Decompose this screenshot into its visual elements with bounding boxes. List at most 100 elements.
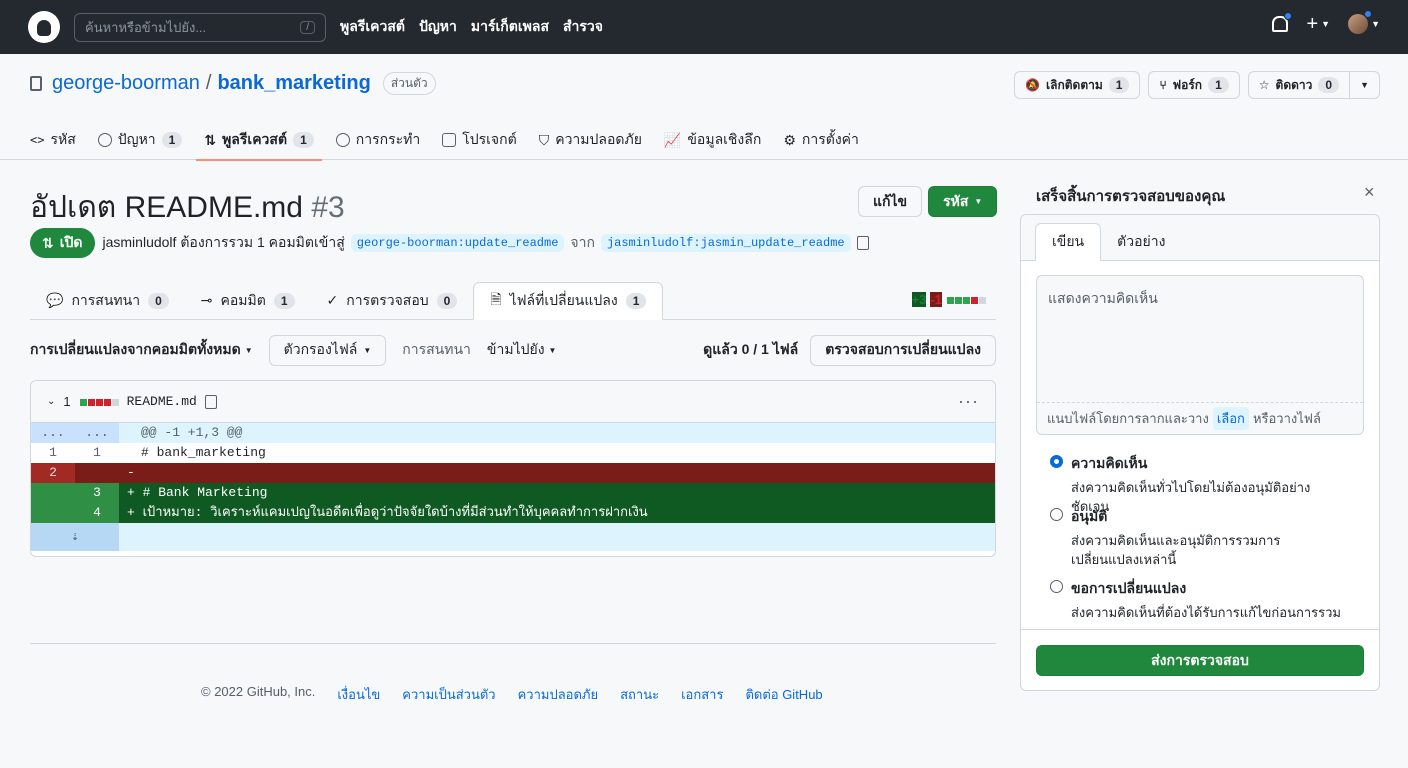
search-placeholder: ค้นหาหรือข้ามไปยัง...: [85, 19, 207, 35]
tab-preview[interactable]: ตัวอย่าง: [1101, 223, 1181, 260]
user-menu-button[interactable]: ▼: [1348, 10, 1380, 34]
old-line-number[interactable]: [31, 483, 75, 503]
nav-marketplace[interactable]: มาร์เก็ตเพลส: [471, 16, 549, 38]
new-line-number[interactable]: 3: [75, 483, 119, 503]
old-line-number[interactable]: 2: [31, 463, 75, 483]
footer: © 2022 GitHub, Inc. เงื่อนไข ความเป็นส่ว…: [201, 684, 823, 705]
repo-header: george-boorman / bank_marketing ส่วนตัว …: [0, 54, 1408, 161]
footer-link-status[interactable]: สถานะ: [620, 684, 659, 705]
fork-count: 1: [1208, 77, 1229, 93]
footer-link-security[interactable]: ความปลอดภัย: [518, 684, 599, 705]
new-line-number[interactable]: 4: [75, 503, 119, 523]
gear-icon: ⚙: [783, 131, 796, 148]
new-line-number[interactable]: 1: [75, 443, 119, 463]
tab-checks[interactable]: ✓ การตรวจสอบ 0: [311, 282, 474, 319]
new-line-number[interactable]: ...: [75, 423, 119, 443]
commit-range-dropdown[interactable]: การเปลี่ยนแปลงจากคอมมิตทั้งหมด ▼: [30, 339, 253, 361]
tab-pull-requests[interactable]: ⇅ พูลรีเควสต์ 1: [196, 120, 323, 161]
additions-count: +3: [911, 292, 927, 307]
tab-conversation[interactable]: 💬 การสนทนา 0: [30, 282, 185, 319]
head-branch-link[interactable]: jasminludolf:jasmin_update_readme: [600, 234, 851, 252]
expand-down-icon[interactable]: ⇣: [31, 523, 119, 551]
file-diffstat-bar: [79, 394, 119, 409]
bell-slash-icon: 🔕: [1025, 78, 1041, 92]
option-desc: ส่งความคิดเห็นและอนุมัติการรวมการเปลี่ยน…: [1071, 533, 1281, 567]
file-filter-button[interactable]: ตัวกรองไฟล์ ▼: [268, 334, 387, 366]
jump-to-dropdown[interactable]: ข้ามไปยัง ▼: [487, 339, 557, 361]
tab-code[interactable]: <> รหัส: [30, 120, 76, 160]
review-option-request-changes[interactable]: ขอการเปลี่ยนแปลง ส่งความคิดเห็นที่ต้องได…: [1050, 578, 1341, 622]
chevron-down-icon[interactable]: ⌄: [47, 396, 55, 407]
copy-icon[interactable]: [204, 394, 217, 409]
radio-approve[interactable]: [1050, 508, 1063, 521]
copy-icon[interactable]: [856, 236, 869, 250]
footer-link-docs[interactable]: เอกสาร: [681, 684, 723, 705]
attach-files-bar[interactable]: แนบไฟล์โดยการลากและวาง เลือก หรือวางไฟล์: [1037, 402, 1363, 434]
pull-request-icon: ⇅: [42, 234, 54, 251]
status-label: เปิด: [59, 234, 83, 250]
star-icon: ☆: [1258, 78, 1270, 92]
code-button[interactable]: รหัส ▼: [928, 186, 998, 217]
tab-files-changed[interactable]: 🗎 ไฟล์ที่เปลี่ยนแปลง 1: [473, 282, 664, 320]
global-nav: พูลรีเควสต์ ปัญหา มาร์เก็ตเพลส สำรวจ: [340, 16, 603, 38]
tab-projects[interactable]: โปรเจกต์: [442, 120, 517, 160]
old-line-number[interactable]: [31, 503, 75, 523]
search-input[interactable]: ค้นหาหรือข้ามไปยัง... /: [74, 12, 326, 42]
file-filter-label: ตัวกรองไฟล์: [283, 341, 358, 357]
path-separator: /: [205, 72, 212, 94]
radio-request-changes[interactable]: [1050, 580, 1063, 593]
plus-icon: +: [1306, 13, 1319, 35]
radio-comment[interactable]: [1050, 455, 1063, 468]
watch-count: 1: [1108, 77, 1130, 93]
tab-insights[interactable]: 📈 ข้อมูลเชิงลึก: [664, 120, 761, 160]
tab-write[interactable]: เขียน: [1035, 223, 1102, 261]
file-name[interactable]: README.md: [127, 394, 197, 409]
nav-issues[interactable]: ปัญหา: [419, 16, 457, 38]
github-logo-icon[interactable]: [28, 11, 60, 43]
select-files-link[interactable]: เลือก: [1212, 407, 1249, 430]
notifications-bell-icon[interactable]: [1272, 12, 1293, 32]
footer-link-privacy[interactable]: ความเป็นส่วนตัว: [402, 684, 495, 705]
panel-divider: [1021, 629, 1379, 630]
review-option-approve[interactable]: อนุมัติ ส่งความคิดเห็นและอนุมัติการรวมกา…: [1050, 506, 1341, 569]
star-list-dropdown[interactable]: ▼: [1350, 71, 1380, 99]
nav-pull-requests[interactable]: พูลรีเควสต์: [340, 16, 405, 38]
tab-label: การตั้งค่า: [801, 131, 859, 147]
repo-owner-link[interactable]: george-boorman: [52, 72, 200, 95]
tab-count: 1: [625, 293, 647, 309]
new-line-number[interactable]: [75, 463, 119, 483]
nav-explore[interactable]: สำรวจ: [563, 16, 603, 38]
close-icon[interactable]: ×: [1364, 182, 1375, 203]
tab-security[interactable]: ⛉ ความปลอดภัย: [539, 120, 642, 160]
star-button[interactable]: ☆ ติดดาว 0: [1247, 71, 1351, 99]
tab-count: 1: [293, 132, 314, 148]
conversations-button[interactable]: การสนทนา: [402, 339, 471, 361]
file-menu-button[interactable]: ···: [958, 391, 979, 412]
edit-button[interactable]: แก้ไข: [858, 186, 923, 217]
create-new-button[interactable]: + ▼: [1306, 14, 1330, 34]
old-line-number[interactable]: ...: [31, 423, 75, 443]
tab-issues[interactable]: ปัญหา 1: [97, 120, 183, 160]
diff-line-context: 1 1 # bank_marketing: [31, 443, 995, 463]
tab-count: 1: [273, 292, 295, 309]
footer-link-terms[interactable]: เงื่อนไข: [337, 684, 380, 705]
submit-review-button[interactable]: ส่งการตรวจสอบ: [1036, 645, 1364, 676]
tab-label: การกระทำ: [355, 131, 421, 147]
review-comment-textarea[interactable]: แสดงความคิดเห็น แนบไฟล์โดยการลากและวาง เ…: [1036, 275, 1364, 435]
fork-button[interactable]: ⑂ ฟอร์ก 1: [1148, 71, 1240, 99]
tab-commits[interactable]: ⊸ คอมมิต 1: [185, 282, 311, 319]
diff-hunk-header: ... ... @@ -1 +1,3 @@: [31, 423, 995, 443]
status-badge: ⇅ เปิด: [30, 228, 95, 258]
repo-name-link[interactable]: bank_marketing: [217, 72, 370, 95]
tab-actions[interactable]: การกระทำ: [335, 120, 421, 160]
pr-meta: ⇅ เปิด jasminludolf ต้องการรวม 1 คอมมิตเ…: [30, 228, 869, 258]
unwatch-button[interactable]: 🔕 เลิกติดตาม 1: [1014, 71, 1141, 99]
review-changes-button[interactable]: ตรวจสอบการเปลี่ยนแปลง: [810, 334, 996, 366]
base-branch-link[interactable]: george-boorman:update_readme: [350, 234, 565, 252]
tab-settings[interactable]: ⚙ การตั้งค่า: [783, 120, 859, 160]
diff-code: + เป้าหมาย: วิเคราะห์แคมเปญในอดีตเพื่อดู…: [127, 505, 648, 520]
page-title: อัปเดต README.md #3: [30, 184, 345, 231]
old-line-number[interactable]: 1: [31, 443, 75, 463]
pr-title-text: อัปเดต README.md: [30, 191, 303, 224]
footer-link-contact[interactable]: ติดต่อ GitHub: [745, 684, 822, 705]
